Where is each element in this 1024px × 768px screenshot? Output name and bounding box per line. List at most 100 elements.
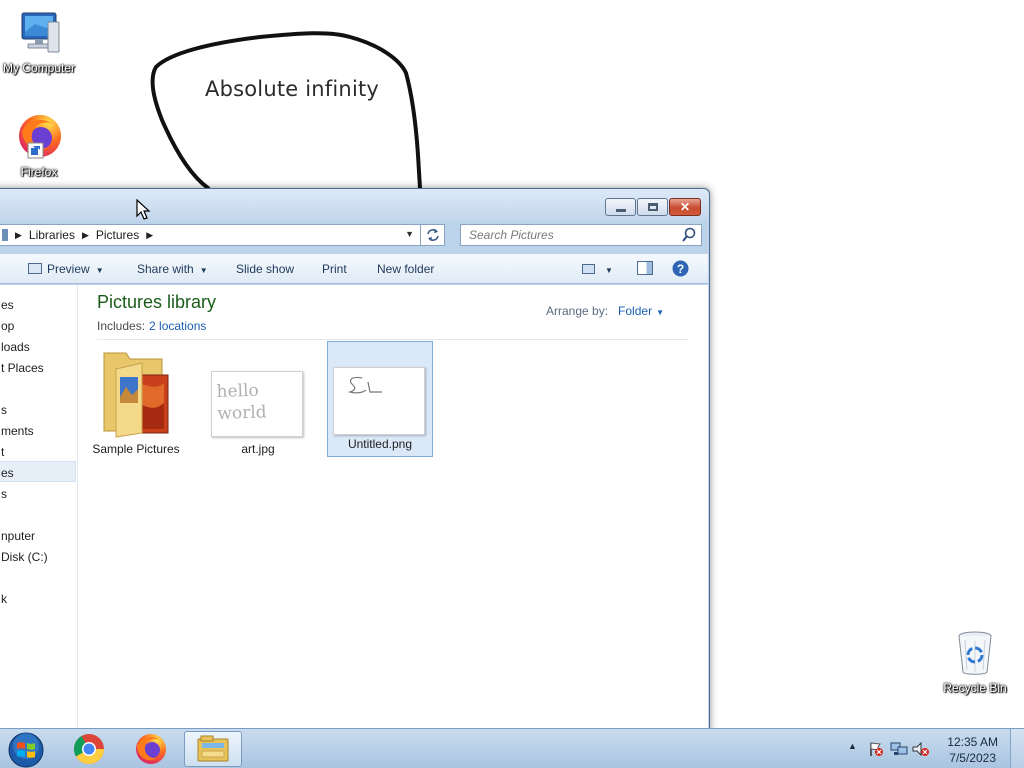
start-button[interactable] xyxy=(6,732,46,768)
nav-item-recent-places[interactable]: t Places xyxy=(1,361,44,375)
volume-muted-icon[interactable] xyxy=(912,741,930,757)
taskbar-firefox-button[interactable] xyxy=(122,731,180,767)
arrange-by-dropdown[interactable]: Folder xyxy=(618,304,652,318)
minimize-button[interactable] xyxy=(605,198,636,216)
search-input[interactable] xyxy=(461,225,671,245)
content-area: es op loads t Places s ments t es s nput… xyxy=(0,285,708,732)
taskbar-explorer-button[interactable] xyxy=(184,731,242,767)
preview-pane-icon xyxy=(637,261,653,275)
nav-item-network[interactable]: k xyxy=(1,592,7,606)
share-with-button[interactable]: Share with ▼ xyxy=(137,262,208,276)
preview-pane-button[interactable] xyxy=(637,261,653,278)
chevron-down-icon: ▼ xyxy=(605,266,613,275)
nav-item-music[interactable]: t xyxy=(1,445,4,459)
action-center-flag-icon[interactable] xyxy=(868,741,884,757)
file-item-sample-pictures[interactable]: Sample Pictures xyxy=(83,345,189,461)
location-icon xyxy=(2,229,8,241)
breadcrumb-pictures[interactable]: Pictures xyxy=(96,228,139,242)
nav-item-libraries[interactable]: s xyxy=(1,403,7,417)
nav-item[interactable]: es xyxy=(1,298,14,312)
maximize-button[interactable] xyxy=(637,198,668,216)
history-dropdown-icon[interactable]: ▼ xyxy=(405,229,414,239)
navigation-pane[interactable]: es op loads t Places s ments t es s nput… xyxy=(0,285,78,732)
system-tray: ▲ 12:35 AM 7/5/2023 xyxy=(834,729,1024,768)
help-icon: ? xyxy=(672,260,689,277)
maximize-icon xyxy=(647,203,658,211)
breadcrumb-arrow-icon[interactable]: ▶ xyxy=(15,230,22,241)
includes-label: Includes: xyxy=(97,319,146,333)
svg-text:?: ? xyxy=(677,262,684,276)
doodle-text: Absolute infinity xyxy=(205,77,380,101)
refresh-icon xyxy=(426,229,439,241)
file-item-untitled-png[interactable]: Untitled.png xyxy=(327,341,433,457)
nav-item-desktop[interactable]: op xyxy=(1,319,14,333)
file-explorer-icon xyxy=(197,735,229,762)
preview-icon xyxy=(28,263,42,274)
desktop-icon-firefox[interactable]: Firefox xyxy=(0,112,79,179)
chevron-down-icon: ▼ xyxy=(95,266,104,275)
clock-time: 12:35 AM xyxy=(947,735,998,749)
nav-item-videos[interactable]: s xyxy=(1,487,7,501)
nav-item-documents[interactable]: ments xyxy=(1,424,34,438)
folder-icon xyxy=(103,352,169,438)
arrange-by-label: Arrange by: xyxy=(546,304,609,318)
address-row: ▶ Libraries ▶ Pictures ▶ ▼ xyxy=(0,224,709,248)
firefox-icon xyxy=(136,734,166,764)
nav-item-downloads[interactable]: loads xyxy=(1,340,30,354)
taskbar: ▲ 12:35 AM 7/5/2023 xyxy=(0,728,1024,768)
clock-date: 7/5/2023 xyxy=(949,751,996,765)
print-button[interactable]: Print xyxy=(322,262,347,276)
search-box[interactable] xyxy=(460,224,702,246)
show-hidden-icons-button[interactable]: ▲ xyxy=(848,741,857,751)
file-item-art-jpg[interactable]: hello world art.jpg xyxy=(205,345,311,461)
desktop-icon-recycle-bin[interactable]: Recycle Bin xyxy=(935,630,1015,695)
view-icon xyxy=(582,264,595,274)
nav-item-computer[interactable]: nputer xyxy=(1,529,35,543)
chrome-icon xyxy=(73,734,105,765)
change-view-button[interactable]: ▼ xyxy=(582,262,613,276)
windows-start-icon xyxy=(8,732,44,768)
desktop-icon-label: Recycle Bin xyxy=(943,681,1007,695)
preview-button[interactable]: Preview ▼ xyxy=(28,262,104,276)
mouse-cursor-icon xyxy=(136,199,151,220)
doodle-drawing xyxy=(150,31,422,190)
locations-link[interactable]: 2 locations xyxy=(149,319,206,333)
file-list-pane[interactable]: Pictures library Includes: 2 locations Ar… xyxy=(79,285,708,732)
refresh-button[interactable] xyxy=(420,224,444,246)
desktop-icon-label: Firefox xyxy=(20,165,58,179)
arrange-by: Arrange by: Folder ▼ xyxy=(546,304,664,318)
close-icon: ✕ xyxy=(679,200,691,214)
slide-show-button[interactable]: Slide show xyxy=(236,262,294,276)
chevron-down-icon[interactable]: ▼ xyxy=(656,308,664,317)
show-desktop-button[interactable] xyxy=(1010,729,1024,768)
breadcrumb-arrow-icon[interactable]: ▶ xyxy=(82,230,89,241)
library-includes: Includes: 2 locations xyxy=(97,319,206,333)
explorer-window[interactable]: ✕ ▶ Libraries ▶ Pictures ▶ ▼ Search Pict… xyxy=(0,188,710,733)
search-icon[interactable] xyxy=(682,227,696,243)
taskbar-chrome-button[interactable] xyxy=(60,731,118,767)
help-button[interactable]: ? xyxy=(672,260,689,280)
file-name: Sample Pictures xyxy=(92,442,180,456)
breadcrumb-libraries[interactable]: Libraries xyxy=(29,228,75,242)
image-thumbnail xyxy=(333,367,425,435)
desktop-icon-my-computer[interactable]: My Computer xyxy=(0,10,79,75)
desktop-icon-label: My Computer xyxy=(2,61,76,75)
command-bar: Preview ▼ Share with ▼ Slide show Print Ne… xyxy=(0,253,708,284)
network-icon[interactable] xyxy=(890,741,908,757)
preview-label: Preview xyxy=(47,262,90,276)
computer-icon xyxy=(21,12,60,53)
new-folder-button[interactable]: New folder xyxy=(377,262,434,276)
breadcrumb-arrow-icon[interactable]: ▶ xyxy=(146,230,153,241)
nav-item-local-disk[interactable]: Disk (C:) xyxy=(1,550,48,564)
title-bar[interactable]: ✕ xyxy=(0,189,709,221)
address-bar[interactable]: ▶ Libraries ▶ Pictures ▶ ▼ xyxy=(0,224,445,246)
caption-buttons: ✕ xyxy=(605,198,701,216)
close-button[interactable]: ✕ xyxy=(669,198,701,216)
minimize-icon xyxy=(615,208,626,212)
firefox-icon xyxy=(19,115,61,159)
thumbnail-drawing xyxy=(347,376,382,394)
file-name: art.jpg xyxy=(241,442,275,456)
clock[interactable]: 12:35 AM 7/5/2023 xyxy=(947,734,998,766)
nav-item-pictures[interactable]: es xyxy=(1,466,14,480)
share-with-label: Share with xyxy=(137,262,194,276)
